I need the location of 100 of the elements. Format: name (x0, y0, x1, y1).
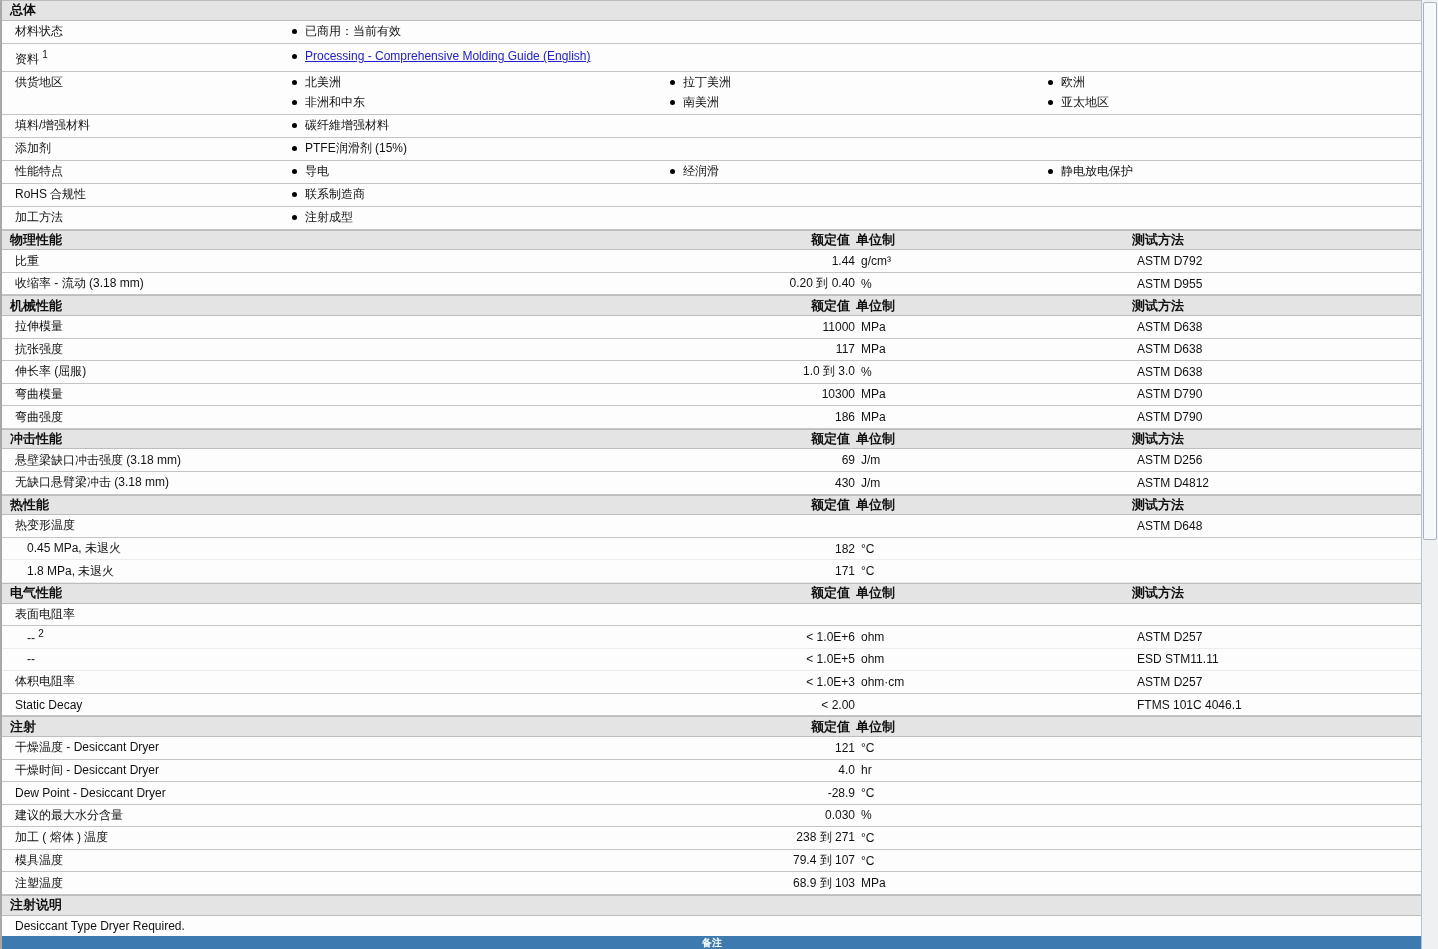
property-value: 已商用：当前有效 (305, 23, 401, 39)
unit-text: % (861, 276, 872, 291)
bullet-icon (292, 79, 297, 85)
column-header: 单位制 (856, 496, 895, 512)
unit-text: ohm (861, 652, 885, 667)
bullet-icon (292, 168, 297, 174)
property-value: 430 (834, 475, 855, 490)
column-header: 额定值 (811, 431, 850, 447)
property-label: 填料/增强材料 (15, 117, 92, 133)
unit-text: MPa (861, 410, 886, 425)
column-header: 单位制 (856, 585, 895, 601)
test-method: ASTM D955 (1137, 276, 1203, 291)
unit-text: ohm (861, 629, 885, 644)
column-header: 测试方法 (1132, 496, 1184, 512)
test-method: ASTM D790 (1137, 410, 1203, 425)
property-label: 收缩率 - 流动 (3.18 mm) (15, 276, 144, 291)
property-value: 导电 (305, 163, 329, 179)
property-value: 碳纤維增强材料 (305, 117, 389, 133)
property-label: 无缺口悬臂梁冲击 (3.18 mm) (15, 475, 169, 490)
bullet-icon (670, 99, 675, 105)
scrollbar[interactable] (1421, 0, 1438, 949)
property-value: 0.20 到 0.40 (789, 276, 855, 291)
property-label: -- $^{2}$ (27, 631, 44, 646)
property-label: 伸长率 (屈服) (15, 364, 87, 379)
column-header: 测试方法 (1132, 297, 1184, 313)
bullet-icon (1048, 168, 1053, 174)
property-value: 79.4 到 107 (792, 853, 855, 868)
column-header: 额定值 (811, 585, 850, 601)
property-value: 238 到 271 (796, 830, 855, 845)
property-label: 注塑温度 (15, 875, 63, 890)
unit-text: g/cm³ (861, 254, 891, 269)
property-value: 亚太地区 (1061, 94, 1109, 110)
column-header: 额定值 (811, 718, 850, 734)
section-title: 冲击性能 (10, 430, 63, 449)
property-value: 10300 (821, 387, 855, 402)
property-value: 联系制造商 (305, 186, 365, 202)
bullet-icon (292, 122, 297, 128)
property-value: 南美洲 (683, 94, 719, 110)
test-method: ASTM D638 (1137, 319, 1203, 334)
property-value: < 1.0E+5 (806, 652, 855, 667)
scrollbar-thumb[interactable] (1423, 2, 1437, 540)
test-method: FTMS 101C 4046.1 (1137, 697, 1242, 712)
footer-title: 备注 (701, 937, 722, 949)
test-method: ASTM D256 (1137, 453, 1203, 468)
property-label: 体积电阻率 (15, 674, 75, 689)
property-value: 4.0 (838, 763, 855, 778)
property-label: 供货地区 (15, 74, 64, 91)
property-value: PTFE润滑剂 (15%) (305, 140, 407, 156)
note-text: Desiccant Type Dryer Required. (15, 918, 185, 933)
test-method: ESD STM11.11 (1137, 652, 1219, 667)
property-label: Static Decay (15, 697, 83, 712)
property-label: 材料状态 (15, 23, 64, 39)
unit-text: MPa (861, 342, 886, 357)
bullet-icon (1048, 79, 1053, 85)
bullet-icon (292, 214, 297, 220)
property-value: < 2.00 (821, 697, 855, 712)
property-label: 模具温度 (15, 853, 63, 868)
property-value: 静电放电保护 (1061, 163, 1133, 179)
bullet-icon (1048, 99, 1053, 105)
property-value: -28.9 (827, 785, 855, 800)
property-value: 1.0 到 3.0 (802, 364, 855, 379)
property-value: 186 (834, 410, 855, 425)
section-title: 热性能 (10, 495, 50, 514)
property-value: 拉丁美洲 (683, 74, 731, 90)
property-value: 121 (834, 740, 855, 755)
property-label: 加工方法 (15, 209, 64, 225)
bullet-icon (292, 191, 297, 197)
column-header: 单位制 (856, 431, 895, 447)
bullet-icon (292, 54, 297, 60)
property-value: 11000 (822, 319, 855, 334)
unit-text: J/m (861, 475, 881, 490)
unit-text: °C (861, 740, 875, 755)
test-method: ASTM D4812 (1137, 475, 1210, 490)
unit-text: % (861, 808, 872, 823)
section-title: 注射说明 (10, 896, 62, 915)
property-value: 欧洲 (1061, 74, 1085, 90)
column-header: 单位制 (856, 718, 895, 734)
property-label: 性能特点 (15, 163, 64, 179)
property-label: 干燥温度 - Desiccant Dryer (15, 740, 160, 755)
document-link[interactable]: Processing - Comprehensive Molding Guide (English) (305, 49, 591, 65)
property-label: 拉伸模量 (15, 319, 63, 334)
property-value: 1.44 (831, 254, 855, 269)
property-label: RoHS 合规性 (15, 186, 88, 202)
section-title: 机械性能 (10, 296, 63, 315)
column-header: 单位制 (856, 231, 895, 247)
bullet-icon (292, 145, 297, 151)
bullet-icon (670, 168, 675, 174)
property-label: 弯曲模量 (15, 386, 63, 401)
bullet-icon (670, 79, 675, 85)
property-label: 热变形温度 (15, 518, 75, 533)
property-value: 北美洲 (305, 74, 341, 90)
property-label: 悬壁梁缺口冲击强度 (3.18 mm) (15, 452, 181, 467)
property-value: 182 (834, 541, 855, 556)
column-header: 测试方法 (1132, 431, 1184, 447)
property-label: Dew Point - Desiccant Dryer (15, 785, 166, 800)
property-label: 1.8 MPa, 未退火 (27, 563, 115, 578)
property-value: 0.030 (824, 808, 855, 823)
property-label: 弯曲强度 (15, 409, 63, 424)
test-method: ASTM D638 (1137, 342, 1203, 357)
unit-text: °C (861, 564, 875, 579)
